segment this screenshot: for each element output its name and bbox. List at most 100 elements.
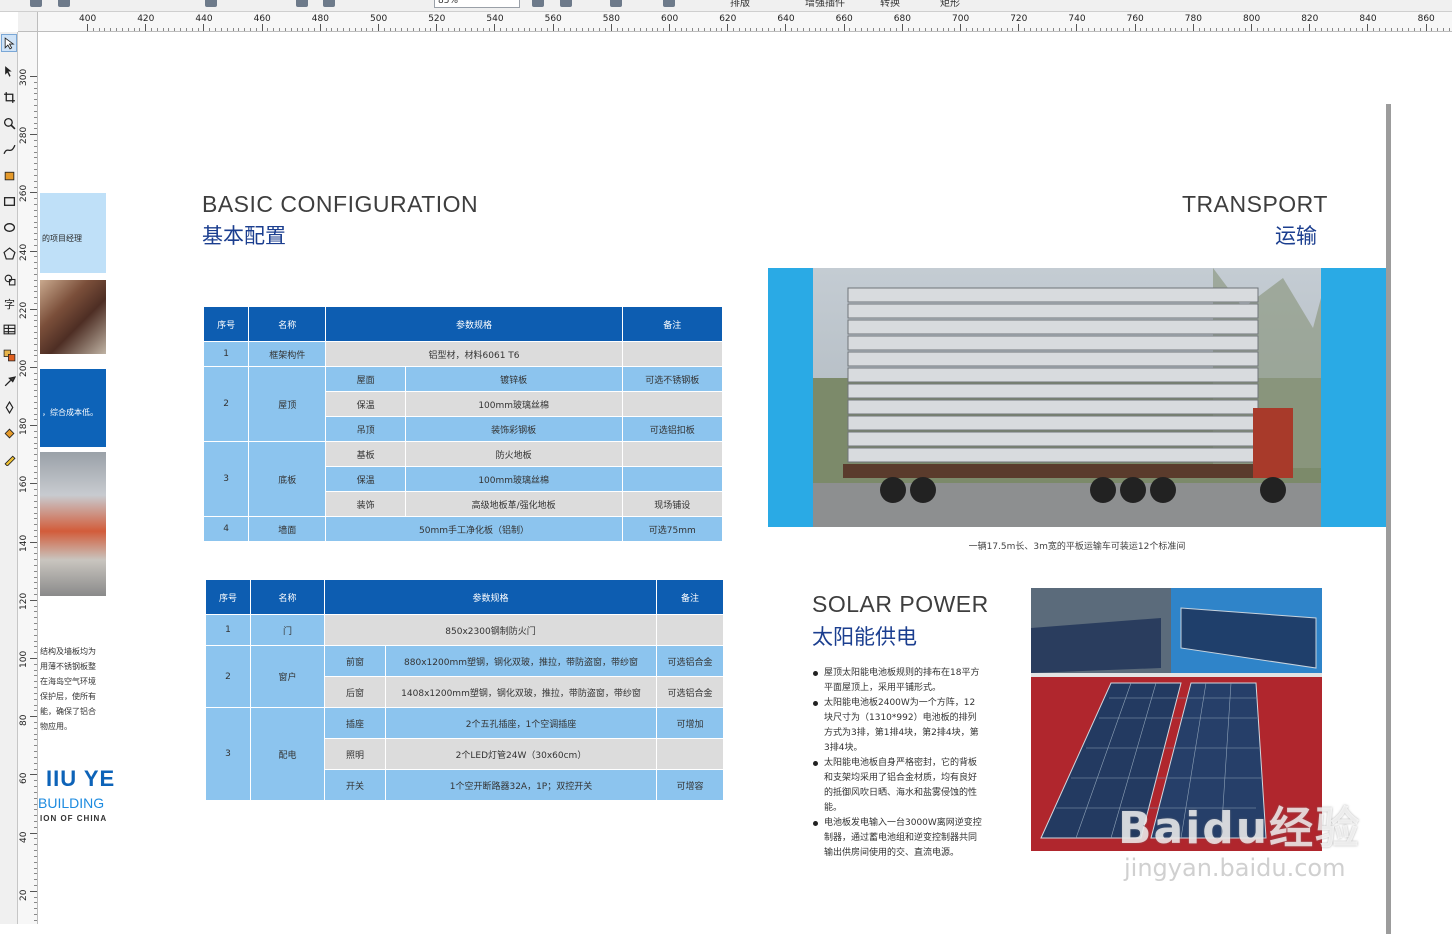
cell-name: 屋顶 bbox=[248, 366, 327, 442]
pick-tool-icon[interactable] bbox=[1, 34, 17, 52]
solar-bullet-list: 屋顶太阳能电池板规则的排布在18平方平面屋顶上，采用平铺形式。 太阳能电池板24… bbox=[812, 666, 982, 861]
ruler-tick bbox=[30, 774, 37, 776]
ruler-label: 800 bbox=[1243, 14, 1261, 24]
zoom-out-icon[interactable] bbox=[560, 0, 572, 7]
table-row: 4 墙面 50mm手工净化板（铝制） 可选75mm bbox=[202, 516, 724, 542]
cell-note: 可选75mm bbox=[621, 516, 724, 542]
ruler-tick bbox=[30, 599, 37, 601]
cell-part: 后窗 bbox=[324, 676, 386, 708]
smart-drawing-tool-icon[interactable] bbox=[1, 450, 17, 468]
text-tool-icon[interactable]: 字 bbox=[1, 294, 17, 312]
crop-tool-icon[interactable] bbox=[1, 88, 17, 106]
transport-title-cn: 运输 bbox=[1275, 224, 1317, 248]
ruler-tick bbox=[1367, 24, 1369, 31]
ruler-label: 780 bbox=[1184, 14, 1202, 24]
ruler-tick bbox=[30, 541, 37, 543]
ruler-tick bbox=[960, 24, 961, 31]
zoom-fit-icon[interactable] bbox=[610, 0, 622, 7]
equipment-table: 序号 名称 参数规格 备注 1 门 850x2300钢制防火门 2 窗户 前窗 … bbox=[205, 579, 725, 801]
cell-part: 装饰 bbox=[325, 491, 406, 517]
basic-shapes-tool-icon[interactable] bbox=[1, 270, 17, 288]
ruler-label: 280 bbox=[19, 127, 29, 145]
outline-pen-tool-icon[interactable] bbox=[1, 398, 17, 416]
cell-spec: 1个空开断路器32A，1P；双控开关 bbox=[384, 769, 658, 801]
ruler-label: 420 bbox=[137, 14, 155, 24]
zoom-page-icon[interactable] bbox=[663, 0, 675, 7]
ruler-tick bbox=[669, 24, 670, 31]
rectangle-button[interactable]: 矩形 bbox=[940, 0, 960, 9]
vertical-ruler[interactable]: 300 280 260 240 220 200 180 160 140 120 100 80 60 40 2… bbox=[18, 32, 38, 924]
ruler-tick bbox=[378, 24, 379, 31]
ruler-tick bbox=[1192, 24, 1194, 31]
solar-title-cn: 太阳能供电 bbox=[812, 625, 917, 649]
cell-name: 窗户 bbox=[250, 645, 325, 708]
new-document-icon[interactable] bbox=[30, 0, 42, 7]
left-page-line: 在海岛空气环境 bbox=[40, 677, 96, 686]
ruler-tick bbox=[494, 24, 496, 31]
rectangle-tool-icon[interactable] bbox=[1, 192, 17, 210]
ruler-tick bbox=[1309, 24, 1311, 31]
ruler-tick bbox=[785, 24, 787, 31]
enhance-plugin-button[interactable]: 增强插件 bbox=[805, 0, 845, 9]
ellipse-tool-icon[interactable] bbox=[1, 218, 17, 236]
ruler-label: 180 bbox=[19, 418, 29, 436]
ruler-tick bbox=[1018, 24, 1020, 31]
ruler-tick bbox=[30, 716, 37, 718]
cell-part: 屋面 bbox=[325, 366, 406, 392]
eyedropper-tool-icon[interactable] bbox=[1, 372, 17, 390]
ruler-tick bbox=[727, 24, 729, 31]
table-tool-icon[interactable] bbox=[1, 320, 17, 338]
ruler-label: 600 bbox=[661, 14, 679, 24]
polygon-tool-icon[interactable] bbox=[1, 244, 17, 262]
fill-bucket-tool-icon[interactable] bbox=[1, 424, 17, 442]
cell-spec: 防火地板 bbox=[404, 441, 623, 467]
cell-no: 1 bbox=[202, 341, 250, 367]
ruler-label: 620 bbox=[719, 14, 737, 24]
save-icon[interactable] bbox=[58, 0, 70, 7]
convert-button[interactable]: 转换 bbox=[880, 0, 900, 9]
cell-part: 插座 bbox=[324, 707, 386, 739]
table-header-row: 序号 名称 参数规格 备注 bbox=[202, 306, 724, 342]
ruler-tick bbox=[30, 76, 37, 77]
header-no: 序号 bbox=[205, 579, 251, 615]
cell-name: 框架构件 bbox=[248, 341, 327, 367]
list-item: 屋顶太阳能电池板规则的排布在18平方平面屋顶上，采用平铺形式。 bbox=[812, 666, 982, 696]
cell-part: 照明 bbox=[324, 738, 386, 770]
cell-part: 基板 bbox=[325, 441, 406, 467]
ruler-tick bbox=[30, 425, 37, 427]
export-icon[interactable] bbox=[296, 0, 308, 7]
import-icon[interactable] bbox=[323, 0, 335, 7]
interactive-fill-tool-icon[interactable] bbox=[1, 346, 17, 364]
table-row: 2 屋顶 屋面 镀锌板 可选不锈钢板 bbox=[202, 366, 724, 442]
ruler-tick bbox=[901, 24, 903, 31]
ruler-label: 860 bbox=[1417, 14, 1435, 24]
cell-note: 可选铝扣板 bbox=[621, 416, 724, 442]
ruler-tick bbox=[1134, 24, 1136, 31]
property-toolbar: 85% 排版 增强插件 转换 矩形 bbox=[0, 0, 1452, 12]
list-item: 太阳能电池板自身严格密封，它的背板和支架均采用了铝合金材质，均有良好的抵御风吹日… bbox=[812, 756, 982, 816]
ruler-label: 500 bbox=[370, 14, 388, 24]
shape-tool-icon[interactable] bbox=[1, 62, 17, 80]
ruler-tick bbox=[30, 134, 37, 136]
cell-spec: 880x1200mm塑钢，钢化双玻，推拉，带防盗窗，带纱窗 bbox=[384, 645, 658, 677]
drawing-canvas[interactable]: 的项目经理 ，综合成本低。 结构及墙板均为 用薄不锈钢板整 在海岛空气环境 保护… bbox=[38, 32, 1452, 934]
horizontal-ruler[interactable]: 400 420 440 460 480 500 520 540 560 580 600 620 640 6… bbox=[38, 12, 1452, 32]
zoom-in-icon[interactable] bbox=[532, 0, 544, 7]
left-page-line: 用薄不锈钢板整 bbox=[40, 662, 96, 671]
ruler-corner[interactable] bbox=[18, 12, 38, 32]
cell-no: 2 bbox=[205, 645, 251, 708]
zoom-level-field[interactable]: 85% bbox=[434, 0, 520, 8]
cell-note bbox=[656, 738, 725, 770]
layout-button[interactable]: 排版 bbox=[730, 0, 750, 9]
left-page-line: 保护层，使所有 bbox=[40, 692, 96, 701]
ruler-tick bbox=[319, 24, 321, 31]
undo-icon[interactable] bbox=[205, 0, 217, 7]
cell-note: 可增加 bbox=[656, 707, 725, 739]
cell-spec: 100mm玻璃丝棉 bbox=[404, 391, 623, 417]
cell-note: 现场铺设 bbox=[621, 491, 724, 517]
freehand-tool-icon[interactable] bbox=[1, 140, 17, 158]
smart-fill-tool-icon[interactable] bbox=[1, 166, 17, 184]
ruler-label: 440 bbox=[195, 14, 213, 24]
left-page-office-photo bbox=[40, 280, 106, 354]
zoom-tool-icon[interactable] bbox=[1, 114, 17, 132]
